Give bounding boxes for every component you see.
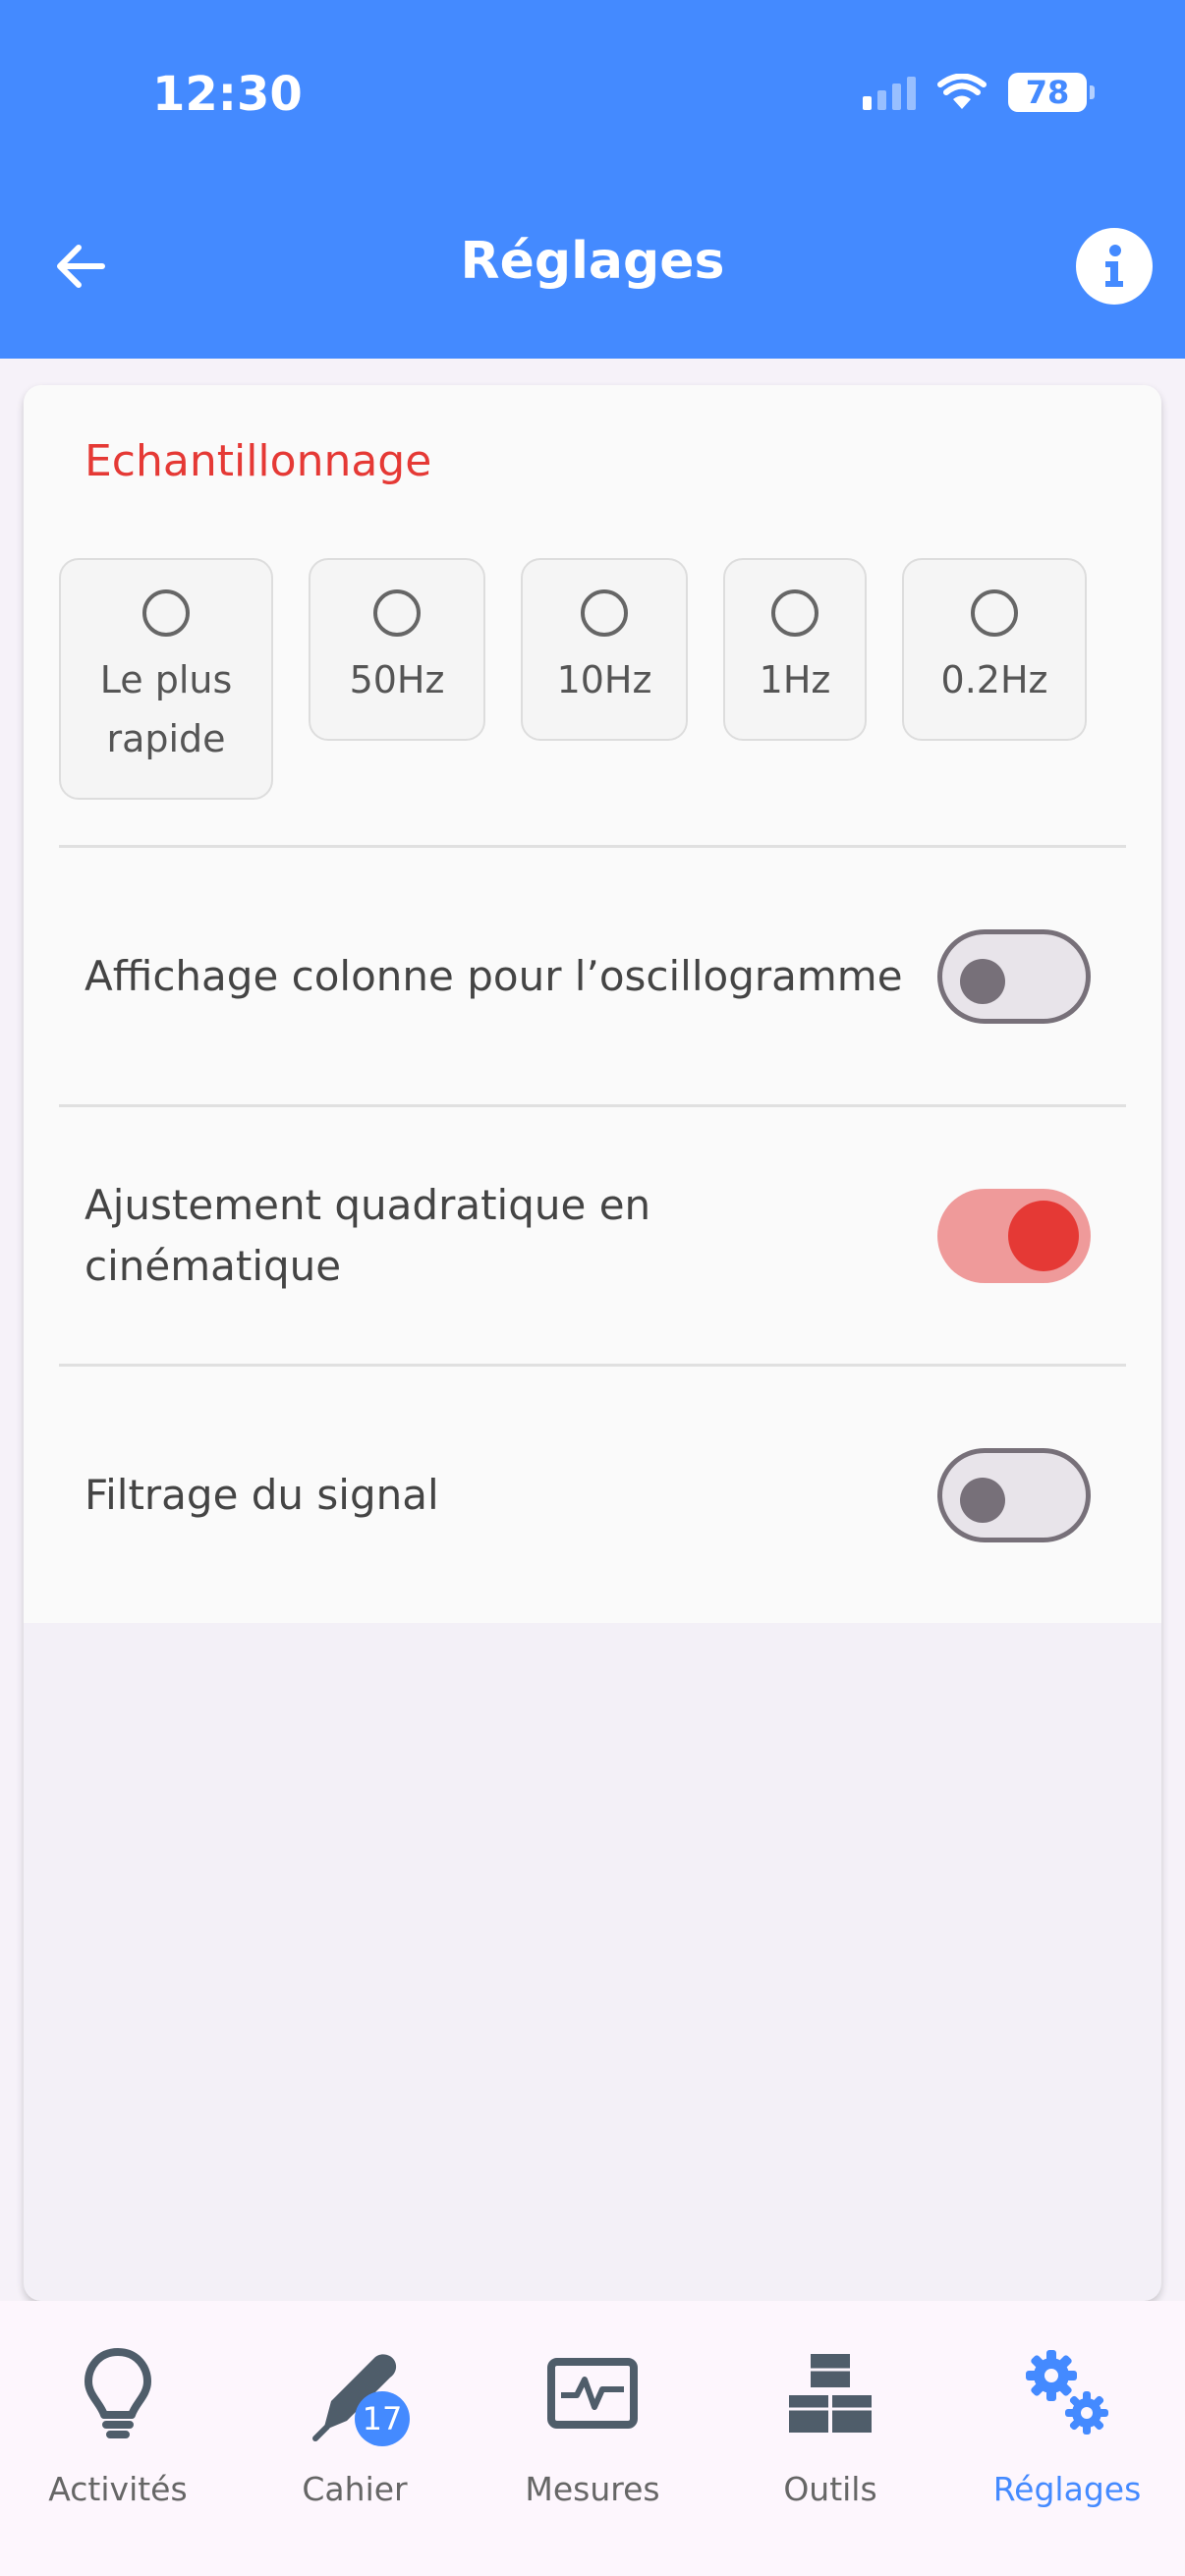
sampling-option-50hz[interactable]: 50Hz: [309, 558, 485, 741]
divider: [59, 1364, 1126, 1367]
toggle-quadratic-fit[interactable]: [937, 1189, 1091, 1283]
info-button[interactable]: [1076, 228, 1153, 305]
option-label: 50Hz: [349, 658, 445, 701]
nav-label: Mesures: [525, 2470, 660, 2508]
cellular-signal-icon: [863, 75, 916, 110]
option-label-2: rapide: [106, 717, 226, 760]
radio-icon: [971, 589, 1018, 637]
sampling-option-0-2hz[interactable]: 0.2Hz: [902, 558, 1087, 741]
radio-icon: [771, 589, 818, 637]
wifi-icon: [937, 74, 987, 109]
setting-label-quadratic-fit: Ajustement quadratique en: [85, 1181, 651, 1229]
toggle-knob: [1008, 1201, 1079, 1271]
toggle-knob: [960, 1478, 1005, 1523]
sampling-option-10hz[interactable]: 10Hz: [521, 558, 688, 741]
toggle-column-display[interactable]: [937, 929, 1091, 1024]
option-label: 10Hz: [556, 658, 652, 701]
setting-label-quadratic-fit-2: cinématique: [85, 1242, 342, 1290]
setting-label-column-display: Affichage colonne pour l’oscillogramme: [85, 952, 903, 1000]
notification-badge: 17: [355, 2391, 410, 2446]
status-time: 12:30: [152, 67, 303, 122]
section-title: Echantillonnage: [85, 436, 432, 486]
radio-icon: [581, 589, 628, 637]
setting-label-signal-filter: Filtrage du signal: [85, 1471, 439, 1519]
sampling-option-1hz[interactable]: 1Hz: [723, 558, 867, 741]
radio-icon: [142, 589, 190, 637]
settings-panel: Echantillonnage Le plus rapide 50Hz 10Hz…: [24, 385, 1161, 1623]
nav-label: Activités: [48, 2470, 188, 2508]
nav-label: Cahier: [302, 2470, 408, 2508]
battery-icon: 78: [1008, 73, 1095, 112]
divider: [59, 1104, 1126, 1107]
cubes-icon: [789, 2354, 872, 2433]
divider: [59, 845, 1126, 848]
toggle-signal-filter[interactable]: [937, 1448, 1091, 1542]
info-icon: [1105, 245, 1123, 287]
status-icons: 78: [863, 73, 1095, 112]
nav-label: Réglages: [992, 2470, 1142, 2508]
sampling-option-fastest[interactable]: Le plus rapide: [59, 558, 273, 800]
option-label: 1Hz: [759, 658, 831, 701]
app-header: 12:30 78 Réglages: [0, 0, 1185, 359]
pulse-monitor-icon: [547, 2358, 638, 2429]
page-title: Réglages: [460, 232, 725, 291]
gears-icon: [1026, 2350, 1108, 2435]
option-label: Le plus: [99, 658, 233, 701]
lightbulb-icon: [85, 2348, 151, 2438]
nav-label: Outils: [783, 2470, 877, 2508]
toggle-knob: [960, 959, 1005, 1004]
bottom-navigation: Activités 17 Cahier Mesures Outils Régla…: [0, 2301, 1185, 2576]
settings-card: Echantillonnage Le plus rapide 50Hz 10Hz…: [24, 385, 1161, 2301]
radio-icon: [373, 589, 421, 637]
option-label: 0.2Hz: [940, 658, 1048, 701]
